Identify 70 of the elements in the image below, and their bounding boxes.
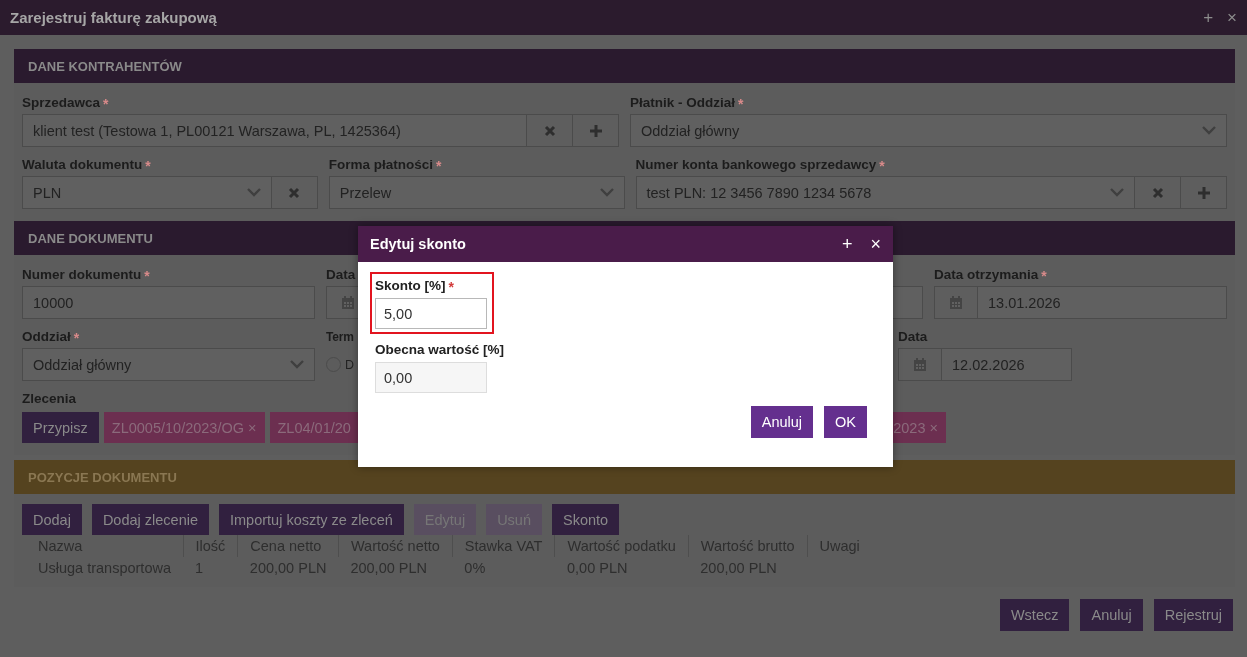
close-button[interactable]: × [1227,7,1237,28]
field-label: Płatnik - Oddział [630,95,735,111]
required-mark: * [448,280,454,294]
required-mark: * [144,269,150,283]
required-mark: * [145,159,151,173]
dialog-button[interactable]: Anuluj [750,406,814,438]
clear-button[interactable] [1135,176,1181,209]
assign-button[interactable]: Przypisz [22,412,99,443]
add-button[interactable] [1181,176,1227,209]
field-label: Sprzedawca [22,95,101,111]
maximize-button[interactable]: + [841,233,853,255]
required-mark: * [1041,269,1047,283]
input-field[interactable]: 10000 [22,286,315,319]
field-label: Forma płatności [328,157,434,173]
toolbar-button[interactable]: Skonto [552,504,620,535]
calendar-icon [341,295,355,310]
radio-label: D [345,357,355,372]
field-label: Obecna wartość [%] [375,341,505,358]
clear-button[interactable] [271,176,318,209]
chevron-down-icon [599,188,614,197]
required-mark: * [436,159,442,173]
field-label: Data otrzymania [934,267,1039,283]
close-icon [288,186,301,199]
required-mark: * [103,97,109,111]
date-field[interactable]: 12.02.2026 [941,348,1072,381]
input-field[interactable]: 0,00 [375,362,487,393]
field-label: Oddział [22,329,71,345]
input-field[interactable]: klient test (Testowa 1, PL00121 Warszawa, PL, 1425364) [22,114,527,147]
add-button[interactable] [573,114,619,147]
maximize-button[interactable]: + [1203,7,1214,28]
clear-button[interactable] [527,114,573,147]
field-label: Numer konta bankowego sprzedawcy [635,157,877,173]
chevron-down-icon [1110,188,1124,197]
field-label: Data [898,329,928,345]
dropdown-field[interactable]: Przelew [328,176,625,209]
toolbar-button[interactable]: Dodaj zlecenie [91,504,209,535]
close-icon [543,124,556,137]
dialog-button[interactable]: OK [824,406,867,438]
field-label: Term [326,329,354,345]
window-title: Zarejestruj fakturę zakupową [10,9,217,26]
toolbar-button[interactable]: Importuj koszty ze zleceń [219,504,404,535]
chevron-down-icon [246,188,261,197]
chevron-down-icon [1202,126,1216,135]
footer-button[interactable]: Wstecz [999,599,1070,631]
dropdown-field[interactable]: Oddział główny [630,114,1227,147]
chevron-down-icon [290,360,304,369]
date-field[interactable]: 13.01.2026 [977,286,1227,319]
required-mark: * [738,97,744,111]
field-label: Numer dokumentu [22,267,142,283]
plus-icon [588,123,603,138]
dropdown-field[interactable]: PLN [22,176,272,209]
field-label: Zlecenia [22,391,77,407]
field-label: Data [326,267,356,283]
toolbar-button[interactable]: Dodaj [22,504,82,535]
close-button[interactable]: × [870,233,881,255]
footer-button[interactable]: Anuluj [1080,599,1143,631]
section-header: DANE KONTRAHENTÓW [14,49,1235,83]
required-mark: * [73,331,80,345]
calendar-icon [949,295,963,310]
required-mark: * [879,159,885,173]
calendar-icon [913,357,927,372]
dropdown-field[interactable]: Oddział główny [22,348,315,381]
close-icon [1151,186,1164,199]
field-label: Skonto [%] [375,277,446,294]
field-label: Waluta dokumentu [22,157,143,173]
plus-icon [1196,185,1211,200]
dialog-title: Edytuj skonto [370,236,466,252]
input-field[interactable]: 5,00 [375,298,487,329]
dropdown-field[interactable]: test PLN: 12 3456 7890 1234 5678 [635,176,1135,209]
footer-button[interactable]: Rejestruj [1153,599,1233,631]
